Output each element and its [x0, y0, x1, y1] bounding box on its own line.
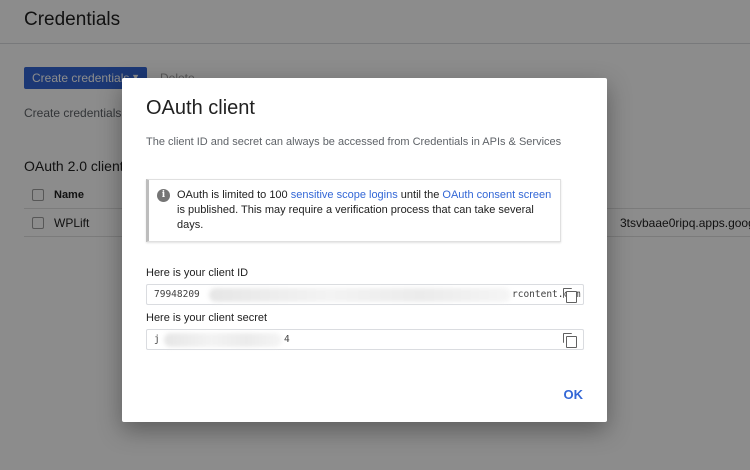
info-icon: i [157, 189, 170, 202]
copy-icon[interactable] [563, 333, 577, 348]
info-notice: i OAuth is limited to 100 sensitive scop… [146, 179, 561, 242]
client-secret-field[interactable]: j 4 [146, 329, 584, 350]
redacted-region [209, 288, 511, 302]
redacted-region [164, 333, 282, 347]
notice-text-part: is published. This may require a verific… [177, 204, 534, 231]
sensitive-scope-logins-link[interactable]: sensitive scope logins [291, 189, 398, 201]
dialog-title: OAuth client [146, 97, 255, 119]
notice-text-part: OAuth is limited to 100 [177, 189, 291, 201]
dialog-description: The client ID and secret can always be a… [146, 136, 562, 148]
copy-icon[interactable] [563, 288, 577, 303]
notice-text-part: until the [397, 189, 443, 201]
client-id-field[interactable]: 79948209 rcontent.com [146, 284, 584, 305]
ok-button[interactable]: OK [562, 385, 586, 404]
oauth-consent-screen-link[interactable]: OAuth consent screen [442, 189, 551, 201]
client-secret-label: Here is your client secret [146, 312, 268, 324]
client-id-label: Here is your client ID [146, 267, 249, 279]
client-secret-value-start: j [154, 334, 160, 345]
notice-text: OAuth is limited to 100 sensitive scope … [177, 188, 557, 233]
client-secret-value-end: 4 [284, 334, 290, 345]
client-id-value-start: 79948209 [154, 289, 200, 300]
oauth-client-dialog: OAuth client The client ID and secret ca… [122, 78, 607, 422]
